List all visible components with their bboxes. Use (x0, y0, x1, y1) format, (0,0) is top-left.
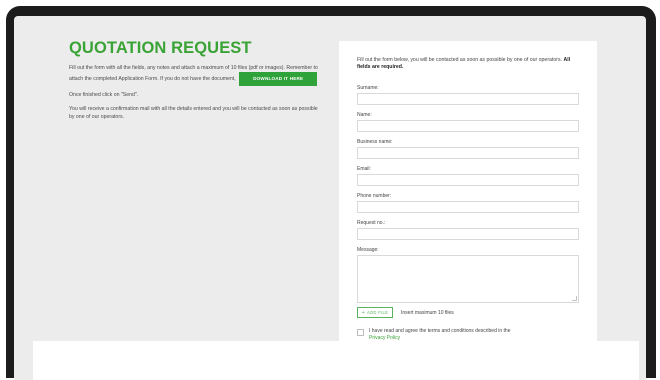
file-limit-text: Insert maximum 10 files (401, 310, 454, 316)
phone-number-field[interactable] (357, 201, 579, 213)
terms-checkbox[interactable] (357, 329, 364, 336)
form-intro: Fill out the form below, you will be con… (357, 57, 583, 72)
confirmation-text: You will receive a confirmation mail wit… (69, 106, 318, 120)
add-file-button[interactable]: + ADD FILE (357, 307, 393, 318)
request-no-field[interactable] (357, 228, 579, 240)
business-name-label: Business name: (357, 139, 393, 145)
resize-handle-icon[interactable] (572, 296, 577, 301)
surname-label: Surname: (357, 85, 379, 91)
finish-text: Once finished click on "Send". (69, 91, 139, 98)
message-label: Message: (357, 247, 379, 253)
email-field[interactable] (357, 174, 579, 186)
privacy-policy-link[interactable]: Privacy Policy (369, 335, 400, 341)
quotation-form: Fill out the form below, you will be con… (339, 41, 597, 361)
form-intro-text: Fill out the form below, you will be con… (357, 57, 563, 63)
add-file-label: ADD FILE (366, 310, 389, 315)
business-name-field[interactable] (357, 147, 579, 159)
name-label: Name: (357, 112, 372, 118)
terms-text: I have read and agree the terms and cond… (369, 328, 579, 341)
page-title: QUOTATION REQUEST (69, 39, 252, 57)
overlay-panel (33, 341, 639, 380)
terms-label: I have read and agree the terms and cond… (369, 328, 511, 334)
email-label: Email: (357, 166, 371, 172)
surname-field[interactable] (357, 93, 579, 105)
instructions-text: Fill out the form with all the fields, a… (69, 65, 319, 86)
browser-viewport: QUOTATION REQUEST Fill out the form with… (14, 16, 646, 380)
name-field[interactable] (357, 120, 579, 132)
request-no-label: Request no.: (357, 220, 386, 226)
phone-number-label: Phone number: (357, 193, 392, 199)
message-textarea[interactable] (357, 255, 579, 303)
download-button[interactable]: DOWNLOAD IT HERE (239, 72, 318, 86)
plus-icon: + (361, 310, 365, 316)
info-column: QUOTATION REQUEST Fill out the form with… (69, 38, 319, 121)
